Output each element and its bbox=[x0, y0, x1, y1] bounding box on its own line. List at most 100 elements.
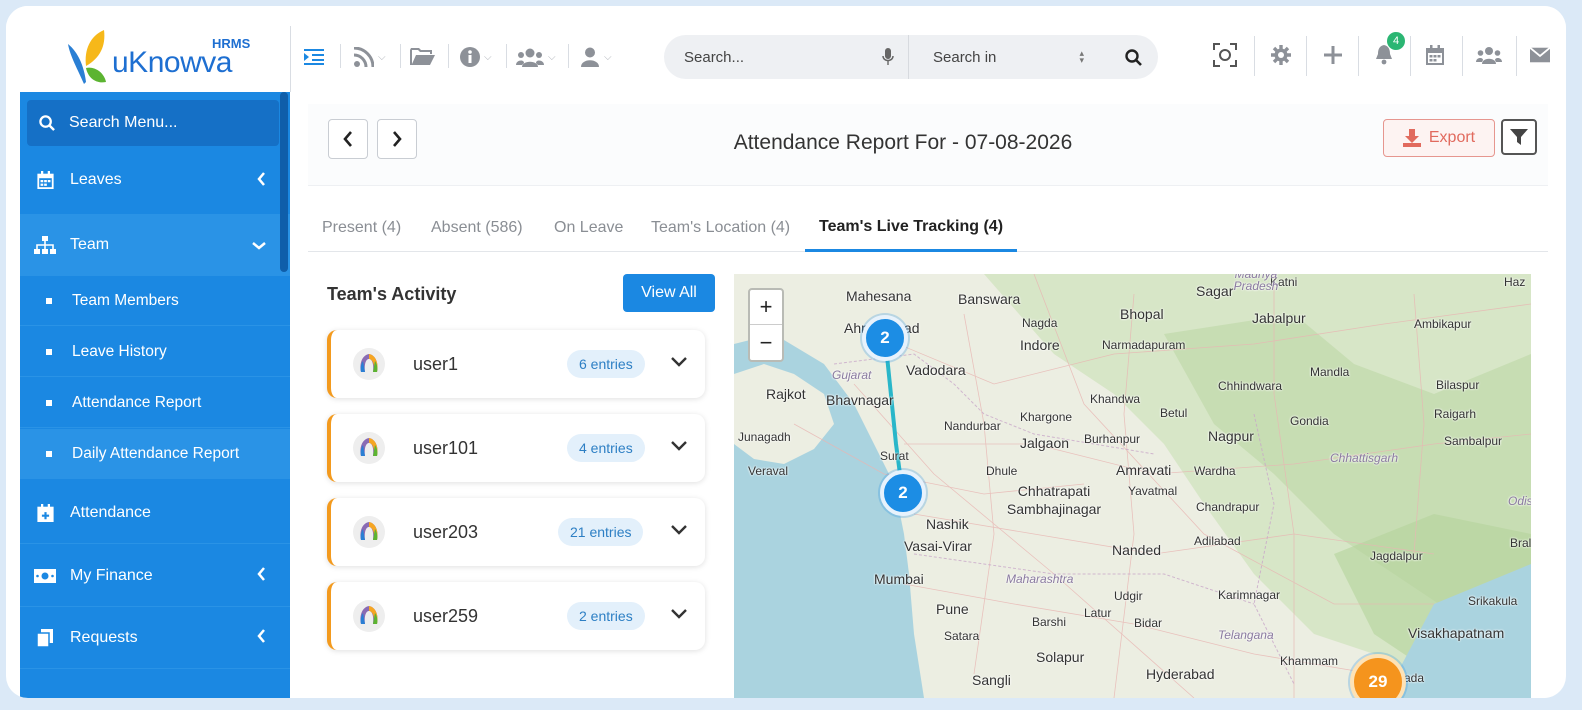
map-cluster-marker[interactable]: 2 bbox=[880, 470, 926, 516]
map-label: Bidar bbox=[1134, 616, 1163, 630]
tab-on-leave[interactable]: On Leave bbox=[554, 204, 623, 252]
map-label: Nanded bbox=[1112, 542, 1162, 558]
calendar-icon bbox=[20, 171, 70, 189]
divider bbox=[340, 44, 341, 68]
logo-name: uKnowva bbox=[112, 46, 232, 79]
copy-icon bbox=[20, 628, 70, 647]
zoom-in-button[interactable]: + bbox=[750, 290, 782, 325]
sidebar-item-my-finance[interactable]: My Finance bbox=[20, 545, 290, 607]
search-input[interactable] bbox=[664, 35, 878, 79]
users-menu[interactable]: ⌵ bbox=[516, 46, 556, 68]
chevron-down-icon[interactable] bbox=[671, 438, 687, 456]
tab-absent[interactable]: Absent (586) bbox=[431, 204, 523, 252]
divider bbox=[448, 44, 449, 68]
tab-teams-live-tracking[interactable]: Team's Live Tracking (4) bbox=[805, 204, 1018, 252]
zoom-out-button[interactable]: − bbox=[750, 325, 782, 360]
user-name: user101 bbox=[413, 438, 479, 458]
map-label: Ambikapur bbox=[1414, 317, 1472, 331]
map-label: Gondia bbox=[1290, 414, 1329, 428]
sidebar-item-requests[interactable]: Requests bbox=[20, 607, 290, 669]
map-label: Latur bbox=[1084, 606, 1112, 620]
map-label: Dhule bbox=[986, 464, 1018, 478]
sitemap-icon bbox=[20, 236, 70, 254]
map-label: Haz bbox=[1504, 275, 1526, 289]
map-label: Udgir bbox=[1114, 589, 1143, 603]
face-scan-icon[interactable] bbox=[1212, 42, 1238, 68]
map-label: Surat bbox=[880, 449, 909, 463]
global-search: Search in ▴▾ bbox=[664, 35, 1158, 79]
next-date-button[interactable] bbox=[377, 119, 417, 159]
previous-date-button[interactable] bbox=[328, 119, 368, 159]
avatar bbox=[353, 348, 385, 380]
sidebar-subitem-leave-history[interactable]: Leave History bbox=[20, 327, 290, 377]
map-label: Pune bbox=[936, 601, 969, 617]
divider bbox=[290, 26, 291, 92]
map-label: Mandla bbox=[1310, 365, 1350, 379]
sidebar-item-label: Leaves bbox=[70, 171, 122, 188]
plus-icon[interactable] bbox=[1320, 42, 1346, 68]
calendar-icon[interactable] bbox=[1422, 42, 1448, 68]
gear-icon[interactable] bbox=[1268, 42, 1294, 68]
export-button[interactable]: Export bbox=[1383, 119, 1495, 157]
map-label: Khammam bbox=[1280, 654, 1339, 668]
chevron-down-icon[interactable] bbox=[671, 606, 687, 624]
map-cluster-marker[interactable]: 2 bbox=[862, 315, 908, 361]
team-icon[interactable] bbox=[1476, 42, 1502, 68]
user-activity-card[interactable]: user101 4 entries bbox=[327, 414, 705, 482]
info-menu[interactable]: ⌵ bbox=[460, 46, 492, 68]
map-label: Satara bbox=[944, 629, 980, 643]
entries-badge: 21 entries bbox=[558, 518, 644, 546]
user-activity-card[interactable]: user259 2 entries bbox=[327, 582, 705, 650]
chevron-down-icon[interactable] bbox=[671, 522, 687, 540]
sidebar-item-team[interactable]: Team bbox=[20, 214, 290, 276]
map-label: Nandurbar bbox=[944, 419, 1001, 433]
search-icon bbox=[39, 115, 55, 131]
entries-badge: 4 entries bbox=[567, 434, 645, 462]
map-label: Nagpur bbox=[1208, 428, 1254, 444]
search-icon bbox=[1124, 48, 1142, 66]
mail-icon[interactable] bbox=[1530, 42, 1550, 68]
sidebar-item-label: Requests bbox=[70, 628, 138, 646]
sidebar-subitem-label: Leave History bbox=[72, 342, 167, 360]
user-menu[interactable]: ⌵ bbox=[580, 46, 612, 68]
live-tracking-map[interactable]: Mahesana Banswara Sagar Katni Haz Madhya… bbox=[734, 274, 1531, 698]
indent-icon[interactable] bbox=[304, 46, 324, 68]
map-label: Mumbai bbox=[874, 571, 924, 587]
view-all-button[interactable]: View All bbox=[623, 274, 715, 312]
rss-menu[interactable]: ⌵ bbox=[354, 46, 386, 68]
sidebar-scrollbar[interactable] bbox=[280, 92, 288, 272]
microphone-icon[interactable] bbox=[878, 48, 898, 66]
filter-button[interactable] bbox=[1501, 119, 1537, 155]
bullet-icon bbox=[46, 399, 52, 406]
tab-present[interactable]: Present (4) bbox=[322, 204, 401, 252]
user-activity-card[interactable]: user1 6 entries bbox=[327, 330, 705, 398]
sidebar-subitem-daily-attendance-report[interactable]: Daily Attendance Report bbox=[20, 429, 290, 479]
user-activity-card[interactable]: user203 21 entries bbox=[327, 498, 705, 566]
map-label: Vadodara bbox=[906, 362, 966, 378]
divider bbox=[568, 44, 569, 68]
user-name: user259 bbox=[413, 606, 479, 626]
folder-icon[interactable] bbox=[410, 46, 436, 68]
divider bbox=[1358, 36, 1359, 76]
user-name: user1 bbox=[413, 354, 459, 374]
search-in-select[interactable]: Search in ▴ ▾ bbox=[908, 35, 1108, 79]
logo[interactable]: HRMS uKnowva bbox=[20, 6, 290, 92]
sidebar-item-attendance[interactable]: Attendance bbox=[20, 482, 290, 544]
chevron-down-icon: ⌵ bbox=[484, 51, 492, 63]
money-icon bbox=[20, 568, 70, 583]
map-label: Karimnagar bbox=[1218, 588, 1281, 602]
chevron-down-icon: ⌵ bbox=[604, 51, 612, 63]
tab-teams-location[interactable]: Team's Location (4) bbox=[651, 204, 790, 252]
sidebar-subitem-attendance-report[interactable]: Attendance Report bbox=[20, 378, 290, 428]
chevron-down-icon[interactable] bbox=[671, 354, 687, 372]
sidebar-search[interactable]: Search Menu... bbox=[27, 100, 279, 146]
search-button[interactable] bbox=[1108, 48, 1158, 66]
map-label: Chhindwara bbox=[1218, 379, 1283, 393]
sidebar-item-leaves[interactable]: Leaves bbox=[20, 150, 290, 210]
chevron-left-icon bbox=[257, 171, 266, 189]
sidebar-subitem-team-members[interactable]: Team Members bbox=[20, 276, 290, 326]
main-content: Attendance Report For - 07-08-2026 Expor… bbox=[308, 104, 1548, 698]
divider bbox=[1410, 36, 1411, 76]
sidebar-item-label: Team bbox=[70, 236, 110, 253]
user-icon bbox=[581, 47, 599, 67]
